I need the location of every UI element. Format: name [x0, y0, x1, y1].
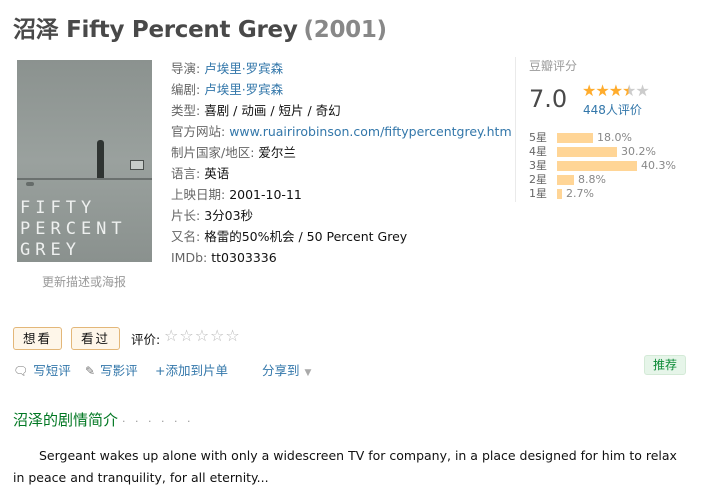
synopsis-dots: · · · · · · — [122, 415, 194, 428]
genre-label: 类型: — [171, 103, 201, 118]
rate-stars[interactable]: ☆☆☆☆☆ — [164, 326, 241, 345]
rating-bar — [557, 147, 617, 157]
rating-row-pct: 18.0% — [597, 131, 632, 144]
rating-bar — [557, 133, 593, 143]
rating-row-label: 2星 — [529, 173, 547, 186]
poster-tv — [130, 160, 144, 170]
runtime-label: 片长: — [171, 208, 201, 223]
pencil-icon: ✎ — [85, 364, 96, 378]
rating-row: 3星 40.3% — [529, 159, 676, 173]
rating-bar — [557, 189, 562, 199]
update-poster-link[interactable]: 更新描述或海报 — [42, 273, 126, 290]
add-to-list[interactable]: +添加到片单 — [155, 360, 228, 379]
rating-stars: ★★★★★ — [582, 81, 650, 100]
write-short-review-label[interactable]: 写短评 — [33, 363, 71, 378]
movie-year: (2001) — [303, 17, 388, 43]
want-to-watch-button[interactable]: 想看 — [13, 327, 63, 350]
poster-text: FIFTY PERCENT GREY — [20, 198, 127, 260]
rating-row-pct: 30.2% — [621, 145, 656, 158]
page-title: 沼泽 Fifty Percent Grey (2001) — [13, 10, 387, 44]
rating-row: 5星 18.0% — [529, 131, 676, 145]
rating-row: 2星 8.8% — [529, 173, 676, 187]
release-label: 上映日期: — [171, 187, 226, 202]
country-label: 制片国家/地区: — [171, 145, 255, 160]
imdb-label: IMDb: — [171, 250, 208, 265]
rating-distribution: 5星 18.0% 4星 30.2% 3星 40.3% 2星 8.8% 1星 2.7% — [529, 131, 676, 201]
poster-soldier-figure — [97, 140, 104, 178]
writer-link[interactable]: 卢埃里·罗宾森 — [204, 82, 283, 97]
half-star-icon: ★ — [622, 81, 636, 100]
rating-panel: 豆瓣评分 7.0 ★★★★★ 448人评价 5星 18.0% 4星 30.2% 3星 40… — [515, 57, 679, 202]
rating-row-label: 4星 — [529, 145, 547, 158]
empty-star-icon: ★ — [635, 81, 649, 100]
movie-info: 导演: 卢埃里·罗宾森 编剧: 卢埃里·罗宾森 类型: 喜剧 / 动画 / 短片… — [171, 58, 512, 268]
rating-row-pct: 8.8% — [578, 173, 606, 186]
star-icon: ★ — [595, 81, 609, 100]
star-icon: ★ — [608, 81, 623, 100]
country-value: 爱尔兰 — [258, 145, 296, 160]
write-review-label[interactable]: 写影评 — [100, 363, 138, 378]
write-review[interactable]: ✎ 写影评 — [85, 360, 138, 379]
movie-poster[interactable]: FIFTY PERCENT GREY — [17, 60, 152, 262]
website-link[interactable]: www.ruairirobinson.com/fiftypercentgrey.… — [229, 124, 511, 139]
language-label: 语言: — [171, 166, 201, 181]
synopsis-heading: 沼泽的剧情简介 · · · · · · — [13, 409, 193, 430]
runtime-value: 3分03秒 — [204, 208, 254, 223]
director-label: 导演: — [171, 61, 201, 76]
chevron-down-icon: ▼ — [304, 368, 312, 378]
rating-bar — [557, 161, 637, 171]
release-value: 2001-10-11 — [229, 187, 302, 202]
language-value: 英语 — [204, 166, 230, 181]
rate-label: 评价: — [131, 332, 161, 347]
imdb-value: tt0303336 — [211, 250, 277, 265]
poster-ground — [17, 178, 152, 180]
rating-row-label: 1星 — [529, 187, 547, 200]
add-to-list-label[interactable]: +添加到片单 — [155, 363, 228, 378]
recommend-button[interactable]: 推荐 — [644, 355, 687, 375]
rating-row: 1星 2.7% — [529, 187, 676, 201]
aka-label: 又名: — [171, 229, 201, 244]
synopsis-title: 沼泽的剧情简介 — [13, 411, 119, 429]
synopsis-text: Sergeant wakes up alone with only a wide… — [13, 448, 677, 485]
rating-row-pct: 40.3% — [641, 159, 676, 172]
rating-score: 7.0 — [529, 85, 568, 113]
website-label: 官方网站: — [171, 124, 226, 139]
votes-link[interactable]: 448人评价 — [583, 101, 642, 118]
genre-value: 喜剧 / 动画 / 短片 / 奇幻 — [204, 103, 341, 118]
rating-row-label: 5星 — [529, 131, 547, 144]
star-icon: ★ — [582, 81, 596, 100]
aka-value: 格雷的50%机会 / 50 Percent Grey — [204, 229, 408, 244]
rating-label: 豆瓣评分 — [529, 59, 578, 73]
movie-name: 沼泽 Fifty Percent Grey — [13, 17, 298, 43]
write-short-review[interactable]: 🗨 写短评 — [13, 360, 71, 379]
watched-button[interactable]: 看过 — [71, 327, 121, 350]
writer-label: 编剧: — [171, 82, 201, 97]
rating-bar — [557, 175, 574, 185]
poster-object — [26, 182, 34, 186]
rating-row: 4星 30.2% — [529, 145, 676, 159]
share-menu[interactable]: 分享到 ▼ — [262, 360, 311, 379]
rating-row-label: 3星 — [529, 159, 547, 172]
share-label[interactable]: 分享到 — [262, 363, 300, 378]
comment-icon: 🗨 — [13, 364, 29, 378]
rating-row-pct: 2.7% — [566, 187, 594, 200]
director-link[interactable]: 卢埃里·罗宾森 — [204, 61, 283, 76]
